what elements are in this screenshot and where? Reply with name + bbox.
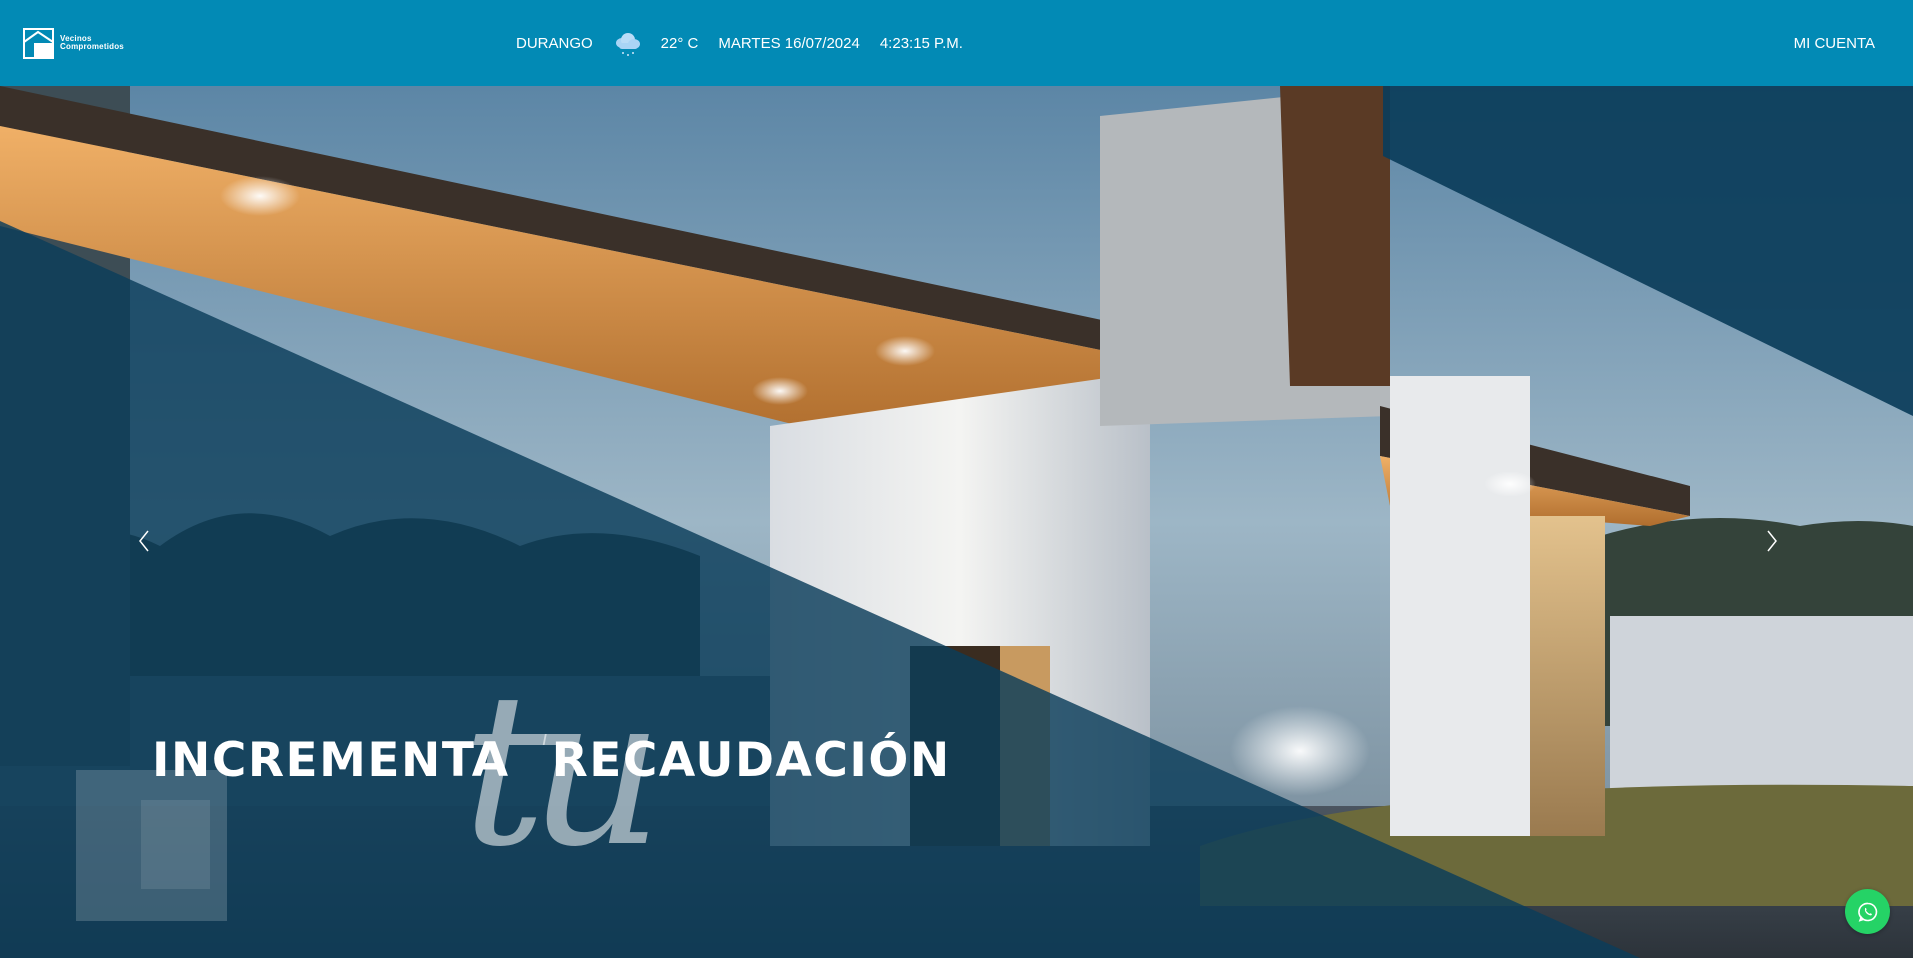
headline-word-1: INCREMENTA bbox=[152, 733, 510, 788]
hero-headline: INCREMENTA RECAUDACIÓN bbox=[152, 733, 951, 788]
time-label: 4:23:15 P.M. bbox=[879, 34, 963, 52]
my-account-link[interactable]: MI CUENTA bbox=[1794, 0, 1875, 86]
logo-text: Vecinos Comprometidos bbox=[60, 35, 124, 51]
logo[interactable]: Vecinos Comprometidos bbox=[23, 27, 124, 59]
logo-line-2: Comprometidos bbox=[60, 42, 124, 51]
house-logo-icon bbox=[23, 27, 54, 59]
decorative-square-inner bbox=[141, 800, 210, 889]
hero-background-image bbox=[0, 86, 1913, 958]
carousel-next-button[interactable] bbox=[1756, 516, 1786, 566]
rain-cloud-icon bbox=[615, 33, 640, 56]
top-header: Vecinos Comprometidos DURANGO 22° C MART… bbox=[0, 0, 1913, 86]
whatsapp-icon bbox=[1857, 902, 1877, 922]
whatsapp-button[interactable] bbox=[1845, 889, 1890, 934]
hero-carousel bbox=[0, 86, 1913, 958]
headline-word-2: RECAUDACIÓN bbox=[551, 733, 951, 788]
temperature-label: 22° C bbox=[660, 34, 699, 52]
info-bar: DURANGO 22° C MARTES 16/07/2024 4:23:15 … bbox=[516, 0, 963, 86]
chevron-left-icon bbox=[139, 530, 149, 552]
chevron-right-icon bbox=[1767, 530, 1777, 552]
city-label: DURANGO bbox=[516, 34, 593, 52]
carousel-prev-button[interactable] bbox=[130, 516, 160, 566]
date-label: MARTES 16/07/2024 bbox=[718, 34, 860, 52]
